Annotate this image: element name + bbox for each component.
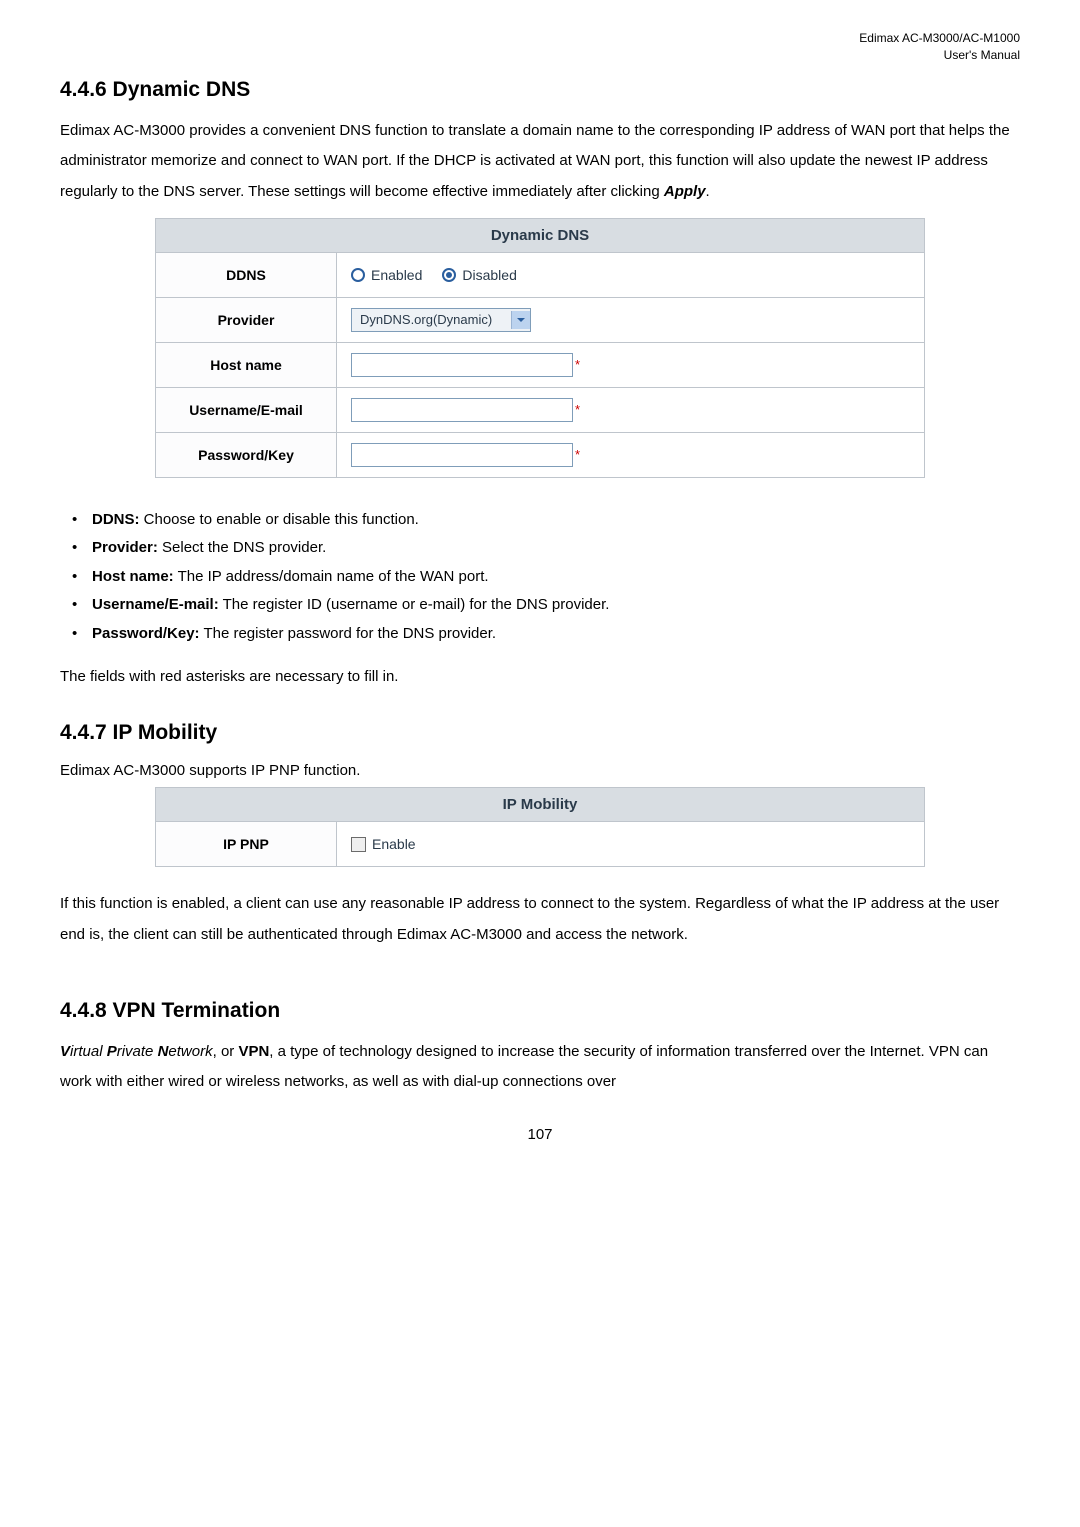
- list-item: Username/E-mail: The register ID (userna…: [60, 591, 1020, 620]
- hostname-input[interactable]: [351, 353, 573, 377]
- vpn-n: N: [158, 1043, 169, 1060]
- bullet-label: Password/Key:: [92, 625, 200, 642]
- vpn-irtual: irtual: [70, 1043, 107, 1060]
- username-input[interactable]: [351, 398, 573, 422]
- ip-pnp-enable-text: Enable: [372, 836, 416, 852]
- list-item: Provider: Select the DNS provider.: [60, 534, 1020, 563]
- ip-pnp-checkbox[interactable]: [351, 837, 366, 852]
- bullet-text: The register ID (username or e-mail) for…: [219, 596, 610, 613]
- heading-447: 4.4.7 IP Mobility: [60, 721, 1020, 745]
- vpn-rivate: rivate: [117, 1043, 158, 1060]
- ip-pnp-label: IP PNP: [156, 822, 337, 867]
- ip-mobility-table: IP Mobility IP PNP Enable: [155, 787, 925, 867]
- intro-447: Edimax AC-M3000 supports IP PNP function…: [60, 759, 1020, 783]
- username-label: Username/E-mail: [156, 387, 337, 432]
- heading-446: 4.4.6 Dynamic DNS: [60, 78, 1020, 102]
- ddns-disabled-radio[interactable]: [442, 268, 456, 282]
- ddns-enabled-radio[interactable]: [351, 268, 365, 282]
- vpn-mid: , or: [213, 1043, 239, 1060]
- header-manual: User's Manual: [60, 47, 1020, 64]
- provider-select-value: DynDNS.org(Dynamic): [360, 312, 492, 327]
- password-input[interactable]: [351, 443, 573, 467]
- intro-446: Edimax AC-M3000 provides a convenient DN…: [60, 116, 1020, 208]
- asterisk-icon: *: [575, 447, 580, 462]
- header-product: Edimax AC-M3000/AC-M1000: [60, 30, 1020, 47]
- bullets-446: DDNS: Choose to enable or disable this f…: [60, 506, 1020, 649]
- heading-448: 4.4.8 VPN Termination: [60, 999, 1020, 1023]
- intro-446-apply: Apply: [664, 183, 706, 200]
- dynamic-dns-table: Dynamic DNS DDNS Enabled Disabled Provid…: [155, 218, 925, 478]
- bullet-text: Choose to enable or disable this functio…: [140, 511, 419, 528]
- provider-label: Provider: [156, 297, 337, 342]
- bullet-text: Select the DNS provider.: [158, 539, 326, 556]
- vpn-p: P: [107, 1043, 117, 1060]
- intro-446-tail: .: [706, 183, 710, 200]
- bullet-text: The register password for the DNS provid…: [200, 625, 497, 642]
- bullet-label: Host name:: [92, 568, 174, 585]
- password-label: Password/Key: [156, 432, 337, 477]
- vpn-etwork: etwork: [168, 1043, 212, 1060]
- hostname-label: Host name: [156, 342, 337, 387]
- ddns-disabled-label: Disabled: [462, 267, 516, 283]
- bullet-text: The IP address/domain name of the WAN po…: [174, 568, 489, 585]
- bullet-label: Username/E-mail:: [92, 596, 219, 613]
- asterisk-icon: *: [575, 357, 580, 372]
- ip-mobility-title: IP Mobility: [156, 788, 925, 822]
- ddns-radio-group: Enabled Disabled: [351, 267, 910, 283]
- intro-446-text: Edimax AC-M3000 provides a convenient DN…: [60, 122, 1010, 201]
- list-item: DDNS: Choose to enable or disable this f…: [60, 506, 1020, 535]
- vpn-v: V: [60, 1043, 70, 1060]
- footnote-446: The fields with red asterisks are necess…: [60, 662, 1020, 693]
- doc-header: Edimax AC-M3000/AC-M1000 User's Manual: [60, 30, 1020, 64]
- bullet-label: DDNS:: [92, 511, 140, 528]
- intro-448: Virtual Private Network, or VPN, a type …: [60, 1037, 1020, 1099]
- list-item: Password/Key: The register password for …: [60, 620, 1020, 649]
- para-447: If this function is enabled, a client ca…: [60, 889, 1020, 951]
- ddns-label: DDNS: [156, 252, 337, 297]
- bullet-label: Provider:: [92, 539, 158, 556]
- list-item: Host name: The IP address/domain name of…: [60, 563, 1020, 592]
- vpn-bold: VPN: [238, 1043, 269, 1060]
- asterisk-icon: *: [575, 402, 580, 417]
- chevron-down-icon: [511, 311, 530, 329]
- provider-select[interactable]: DynDNS.org(Dynamic): [351, 308, 531, 332]
- ddns-enabled-label: Enabled: [371, 267, 422, 283]
- page-number: 107: [60, 1126, 1020, 1143]
- dynamic-dns-title: Dynamic DNS: [156, 218, 925, 252]
